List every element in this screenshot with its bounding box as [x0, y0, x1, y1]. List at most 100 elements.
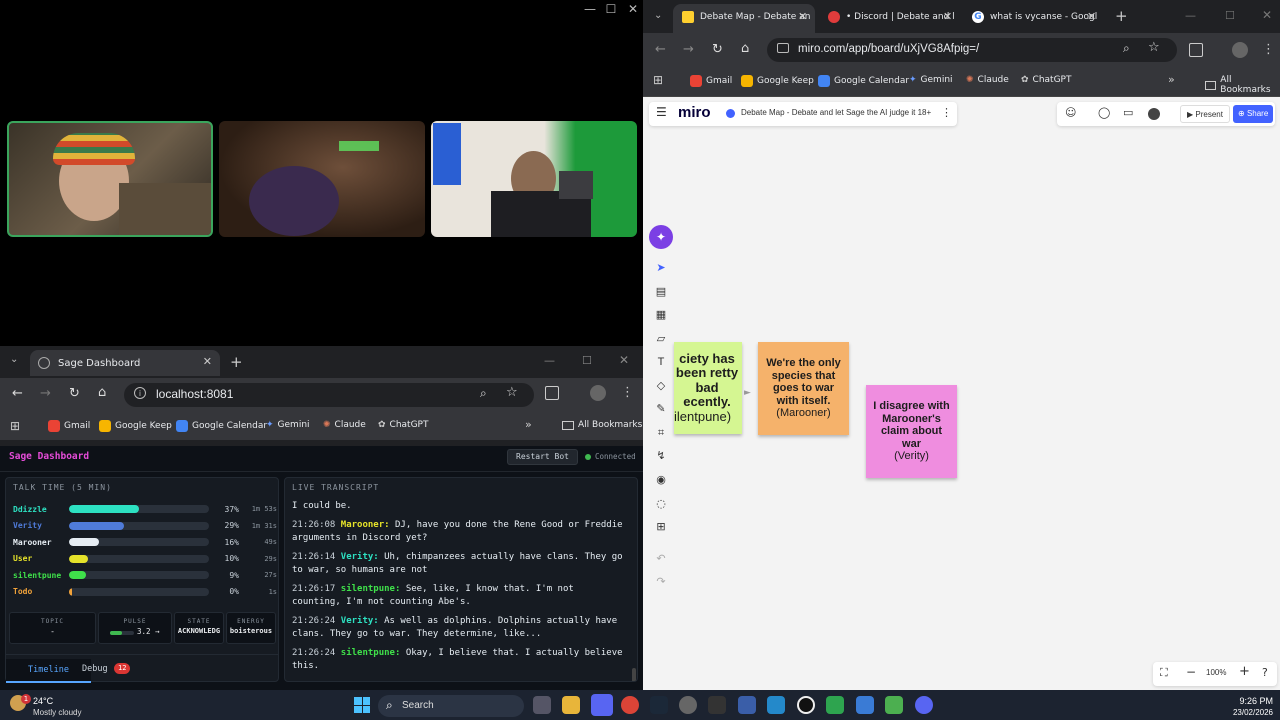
tab-search-icon[interactable]: ⌄ — [654, 10, 662, 21]
frame-crop-tool-icon[interactable]: ⌗ — [653, 425, 669, 441]
add-tool-icon[interactable]: ⊞ — [653, 519, 669, 535]
all-bookmarks[interactable]: All Bookmarks — [1205, 75, 1280, 95]
discord-app-icon[interactable] — [591, 694, 613, 716]
tab-discord[interactable]: • Discord | Debate and l — [828, 6, 955, 28]
zoom-icon[interactable]: ⌕ — [480, 386, 487, 401]
bookmark-keep[interactable]: Google Keep — [741, 75, 814, 87]
extensions-icon[interactable] — [545, 386, 559, 400]
address-bar[interactable]: i localhost:8081 ⌕ ☆ — [124, 383, 534, 407]
video-tile-2[interactable] — [219, 121, 425, 237]
back-button[interactable]: ← — [655, 42, 666, 57]
help-icon[interactable]: ? — [1262, 666, 1268, 679]
restart-bot-button[interactable]: Restart Bot — [507, 449, 578, 465]
sticky-note-tool-icon[interactable]: ▱ — [653, 331, 669, 347]
all-bookmarks[interactable]: All Bookmarks — [562, 420, 642, 430]
video-icon[interactable]: ▭ — [1123, 106, 1133, 119]
minimize-button[interactable]: — — [544, 354, 555, 367]
forward-button[interactable]: → — [683, 42, 694, 57]
comment-icon[interactable]: ◯ — [1098, 106, 1110, 119]
connector-tool-icon[interactable]: ↯ — [653, 448, 669, 464]
bookmark-calendar[interactable]: Google Calendar — [818, 75, 909, 87]
bookmark-gmail[interactable]: Gmail — [48, 420, 90, 432]
zoom-out-button[interactable]: − — [1186, 665, 1196, 679]
apps-icon[interactable]: ⊞ — [10, 419, 20, 433]
bookmark-star-icon[interactable]: ☆ — [1148, 40, 1160, 55]
board-title[interactable]: Debate Map - Debate and let Sage the AI … — [741, 108, 931, 117]
reactions-icon[interactable]: ☺ — [1065, 106, 1076, 119]
shapes-tool-icon[interactable]: ◇ — [653, 378, 669, 394]
bookmark-star-icon[interactable]: ☆ — [506, 385, 518, 400]
bookmark-claude[interactable]: ✺ Claude — [966, 75, 1009, 85]
more-bookmarks-icon[interactable]: » — [1168, 73, 1175, 86]
hamburger-menu-icon[interactable]: ☰ — [656, 105, 667, 119]
app-icon-3[interactable] — [826, 696, 844, 714]
app-icon-2[interactable] — [797, 696, 815, 714]
bookmark-keep[interactable]: Google Keep — [99, 420, 172, 432]
sticky-note-2[interactable]: We're the only species that goes to war … — [758, 342, 849, 435]
text-tool-icon[interactable]: T — [653, 354, 669, 370]
notepad-app-icon[interactable] — [856, 696, 874, 714]
bookmark-gemini[interactable]: ✦ Gemini — [266, 420, 310, 430]
site-info-icon[interactable]: i — [134, 387, 146, 399]
minimize-button[interactable]: — — [580, 2, 600, 16]
profile-avatar[interactable] — [1232, 42, 1248, 58]
collaborator-avatar[interactable] — [1148, 108, 1160, 120]
select-tool-icon[interactable]: ➤ — [653, 260, 669, 276]
clock-date[interactable]: 23/02/2026 — [1222, 708, 1273, 717]
extensions-icon[interactable] — [1189, 43, 1203, 57]
sticky-note-1[interactable]: ciety has been retty bad ecently. ilentp… — [674, 342, 742, 434]
taskbar-search[interactable]: ⌕ Search — [378, 695, 524, 717]
home-button[interactable]: ⌂ — [741, 41, 749, 56]
app-icon-4[interactable] — [885, 696, 903, 714]
reload-button[interactable]: ↻ — [712, 42, 723, 57]
address-bar[interactable]: miro.com/app/board/uXjVG8Afpig=/ ⌕ ☆ — [767, 38, 1177, 62]
fit-view-icon[interactable]: ⛶ — [1160, 666, 1168, 680]
ai-assistant-button[interactable]: ✦ — [649, 225, 673, 249]
close-tab-icon[interactable]: ✕ — [943, 10, 952, 23]
menu-icon[interactable]: ⋮ — [1262, 42, 1275, 57]
templates-tool-icon[interactable]: ▤ — [653, 284, 669, 300]
app-icon-1[interactable] — [679, 696, 697, 714]
file-explorer-icon[interactable] — [562, 696, 580, 714]
video-tile-3[interactable] — [431, 121, 637, 237]
tab-search-icon[interactable]: ⌄ — [10, 354, 18, 365]
bookmark-gmail[interactable]: Gmail — [690, 75, 732, 87]
tab-timeline[interactable]: Timeline — [6, 659, 91, 683]
zoom-level[interactable]: 100% — [1206, 668, 1226, 677]
scrollbar[interactable] — [632, 668, 636, 681]
back-button[interactable]: ← — [12, 386, 23, 401]
maximize-button[interactable]: ☐ — [601, 2, 621, 16]
bookmark-chatgpt[interactable]: ✿ ChatGPT — [378, 420, 428, 430]
start-button[interactable] — [354, 697, 370, 713]
present-button[interactable]: ▶ Present — [1180, 105, 1230, 123]
maximize-button[interactable]: ☐ — [1225, 9, 1235, 22]
palette-tool-icon[interactable]: ◉ — [653, 472, 669, 488]
profile-avatar[interactable] — [590, 385, 606, 401]
zoom-icon[interactable]: ⌕ — [1123, 41, 1130, 56]
close-tab-icon[interactable]: ✕ — [798, 10, 807, 23]
new-tab-button[interactable]: + — [1115, 7, 1128, 25]
chrome-app-icon[interactable] — [621, 696, 639, 714]
tab-google-search[interactable]: G what is vycanse - Googl — [972, 6, 1097, 28]
minimize-button[interactable]: — — [1185, 9, 1196, 22]
steam-app-icon[interactable] — [650, 696, 668, 714]
zoom-in-button[interactable]: + — [1239, 664, 1250, 679]
close-button[interactable]: ✕ — [623, 2, 643, 16]
bookmark-chatgpt[interactable]: ✿ ChatGPT — [1021, 75, 1071, 85]
menu-icon[interactable]: ⋮ — [621, 385, 634, 400]
bookmark-calendar[interactable]: Google Calendar — [176, 420, 267, 432]
sticky-note-3[interactable]: I disagree with Marooner's claim about w… — [866, 385, 957, 478]
new-tab-button[interactable]: + — [230, 353, 243, 371]
bookmark-claude[interactable]: ✺ Claude — [323, 420, 366, 430]
discord-tray-icon[interactable] — [915, 696, 933, 714]
vscode-app-icon[interactable] — [767, 696, 785, 714]
board-menu-icon[interactable]: ⋮ — [941, 106, 952, 119]
redo-icon[interactable]: ↷ — [653, 574, 669, 590]
video-tile-1[interactable] — [7, 121, 213, 237]
comment-tool-icon[interactable]: ◌ — [653, 496, 669, 512]
terminal-app-icon[interactable] — [708, 696, 726, 714]
close-tab-icon[interactable]: ✕ — [203, 355, 212, 368]
apps-icon[interactable]: ⊞ — [653, 73, 663, 87]
share-button[interactable]: ⊕ Share — [1233, 105, 1274, 123]
clock-time[interactable]: 9:26 PM — [1228, 696, 1273, 706]
